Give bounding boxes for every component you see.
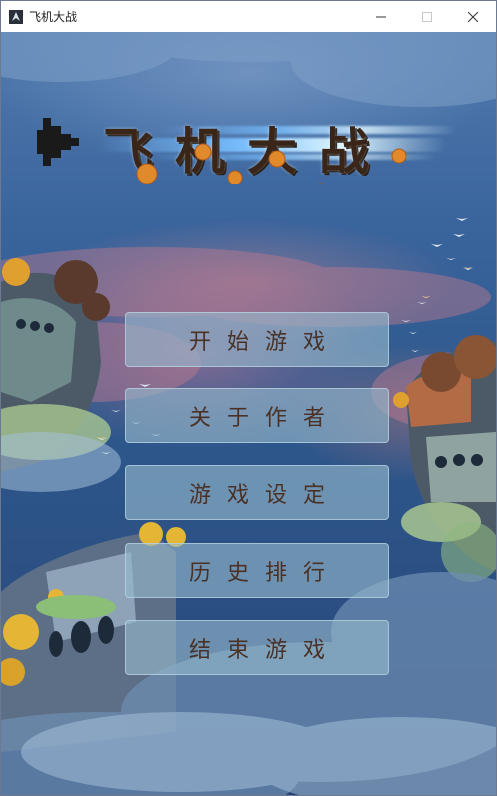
history-ranking-button[interactable]: 历史排行 [125,543,389,598]
menu-label: 游戏设定 [188,482,341,508]
menu-label: 开始游戏 [188,329,341,355]
app-window: 飞机大战 飞机大战 开始游戏 关于作者 游戏设定 历史排行 结束游戏 [0,0,497,796]
logo-embers [136,143,407,184]
window-controls [358,1,496,32]
about-author-button[interactable]: 关于作者 [125,388,389,443]
exit-game-button[interactable]: 结束游戏 [125,620,389,675]
maximize-button[interactable] [404,1,450,32]
menu-label: 关于作者 [188,405,341,431]
plane-app-icon [9,9,23,24]
game-logo: 飞机大战 [37,104,457,184]
game-canvas[interactable]: 飞机大战 开始游戏 关于作者 游戏设定 历史排行 结束游戏 [1,32,496,795]
game-settings-button[interactable]: 游戏设定 [125,465,389,520]
window-title: 飞机大战 [29,10,78,24]
start-game-button[interactable]: 开始游戏 [125,312,389,367]
minimize-button[interactable] [358,1,404,32]
menu-label: 历史排行 [188,560,341,586]
minimize-icon [376,16,386,17]
menu-label: 结束游戏 [188,637,341,663]
close-button[interactable] [450,1,496,32]
close-icon [468,11,478,22]
maximize-icon [422,11,432,22]
title-bar[interactable]: 飞机大战 [1,1,496,33]
